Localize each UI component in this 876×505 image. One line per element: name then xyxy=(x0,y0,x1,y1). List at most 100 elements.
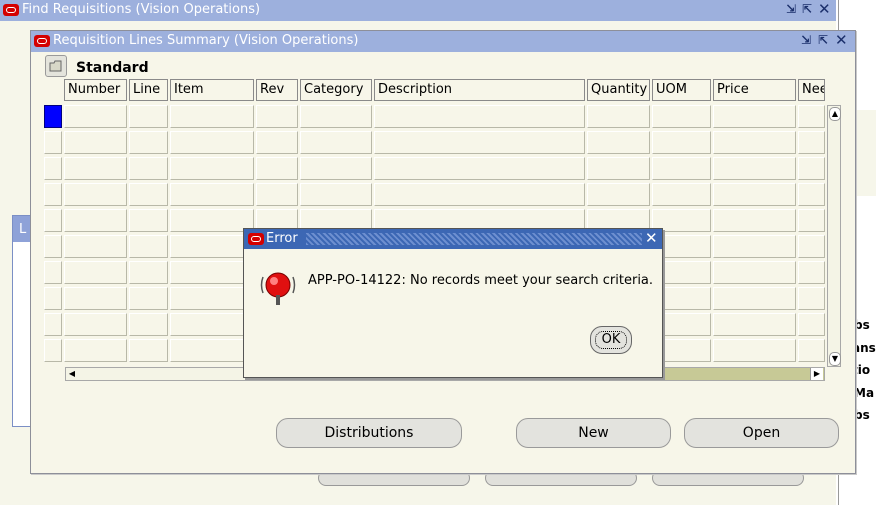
grid-cell[interactable] xyxy=(64,287,127,310)
grid-cell[interactable] xyxy=(374,131,585,154)
record-indicator[interactable] xyxy=(44,131,62,154)
grid-cell[interactable] xyxy=(300,183,372,206)
new-button[interactable]: New xyxy=(516,418,671,448)
grid-cell[interactable] xyxy=(374,183,585,206)
grid-cell[interactable] xyxy=(129,339,168,362)
grid-cell[interactable] xyxy=(713,261,796,284)
grid-cell[interactable] xyxy=(713,183,796,206)
grid-cell[interactable] xyxy=(64,131,127,154)
open-button[interactable]: Open xyxy=(684,418,839,448)
grid-cell[interactable] xyxy=(798,287,825,310)
grid-cell[interactable] xyxy=(713,157,796,180)
grid-cell[interactable] xyxy=(587,183,650,206)
grid-cell[interactable] xyxy=(170,131,254,154)
grid-cell[interactable] xyxy=(64,105,127,128)
column-header-item[interactable]: Item xyxy=(170,79,254,101)
grid-cell[interactable] xyxy=(64,183,127,206)
grid-cell[interactable] xyxy=(713,209,796,232)
close-icon[interactable]: ✕ xyxy=(818,0,831,18)
minimize-icon[interactable]: ⇲ xyxy=(801,33,811,47)
grid-cell[interactable] xyxy=(652,105,711,128)
grid-cell[interactable] xyxy=(652,131,711,154)
close-icon[interactable]: ✕ xyxy=(645,229,658,247)
grid-cell[interactable] xyxy=(170,287,254,310)
maximize-icon[interactable]: ⇱ xyxy=(818,33,828,47)
grid-cell[interactable] xyxy=(129,131,168,154)
grid-cell[interactable] xyxy=(798,209,825,232)
record-indicator[interactable] xyxy=(44,209,62,232)
grid-cell[interactable] xyxy=(170,183,254,206)
record-indicator[interactable] xyxy=(44,339,62,362)
grid-cell[interactable] xyxy=(170,339,254,362)
grid-cell[interactable] xyxy=(129,209,168,232)
grid-cell[interactable] xyxy=(713,235,796,258)
grid-cell[interactable] xyxy=(170,235,254,258)
grid-cell[interactable] xyxy=(129,235,168,258)
grid-cell[interactable] xyxy=(587,131,650,154)
grid-cell[interactable] xyxy=(713,287,796,310)
scroll-left-icon[interactable]: ◀ xyxy=(67,368,77,380)
find-window-titlebar[interactable]: Find Requisitions (Vision Operations) ⇲ … xyxy=(0,0,836,21)
scroll-up-icon[interactable]: ▲ xyxy=(829,107,841,121)
record-indicator[interactable] xyxy=(44,235,62,258)
grid-cell[interactable] xyxy=(64,209,127,232)
grid-cell[interactable] xyxy=(129,287,168,310)
record-indicator[interactable] xyxy=(44,287,62,310)
grid-cell[interactable] xyxy=(170,313,254,336)
grid-cell[interactable] xyxy=(713,131,796,154)
scroll-right-icon[interactable]: ▶ xyxy=(810,368,823,380)
grid-cell[interactable] xyxy=(170,105,254,128)
grid-cell[interactable] xyxy=(798,131,825,154)
grid-cell[interactable] xyxy=(798,235,825,258)
grid-cell[interactable] xyxy=(374,157,585,180)
grid-cell[interactable] xyxy=(300,157,372,180)
grid-cell[interactable] xyxy=(798,183,825,206)
grid-cell[interactable] xyxy=(798,313,825,336)
grid-cell[interactable] xyxy=(170,209,254,232)
column-header-price[interactable]: Price xyxy=(713,79,796,101)
grid-cell[interactable] xyxy=(129,261,168,284)
grid-cell[interactable] xyxy=(64,157,127,180)
record-indicator[interactable] xyxy=(44,183,62,206)
grid-cell[interactable] xyxy=(652,183,711,206)
grid-cell[interactable] xyxy=(129,105,168,128)
folder-icon[interactable] xyxy=(45,55,67,77)
column-header-line[interactable]: Line xyxy=(129,79,168,101)
current-record-indicator[interactable] xyxy=(44,105,62,128)
grid-cell[interactable] xyxy=(300,131,372,154)
grid-cell[interactable] xyxy=(129,183,168,206)
grid-cell[interactable] xyxy=(129,313,168,336)
minimize-icon[interactable]: ⇲ xyxy=(786,2,796,16)
grid-cell[interactable] xyxy=(587,157,650,180)
grid-cell[interactable] xyxy=(652,157,711,180)
grid-cell[interactable] xyxy=(713,313,796,336)
close-icon[interactable]: ✕ xyxy=(835,31,848,49)
grid-cell[interactable] xyxy=(798,105,825,128)
grid-cell[interactable] xyxy=(170,261,254,284)
grid-cell[interactable] xyxy=(256,105,298,128)
column-header-description[interactable]: Description xyxy=(374,79,585,101)
grid-cell[interactable] xyxy=(713,105,796,128)
grid-cell[interactable] xyxy=(256,131,298,154)
grid-cell[interactable] xyxy=(713,339,796,362)
grid-cell[interactable] xyxy=(256,183,298,206)
column-header-uom[interactable]: UOM xyxy=(652,79,711,101)
grid-cell[interactable] xyxy=(587,105,650,128)
distributions-button[interactable]: Distributions xyxy=(276,418,462,448)
column-header-category[interactable]: Category xyxy=(300,79,372,101)
column-header-need-by[interactable]: Nee xyxy=(798,79,825,101)
grid-cell[interactable] xyxy=(170,157,254,180)
grid-cell[interactable] xyxy=(798,339,825,362)
ok-button[interactable]: OK xyxy=(590,326,632,354)
grid-cell[interactable] xyxy=(300,105,372,128)
grid-cell[interactable] xyxy=(256,157,298,180)
error-dialog-titlebar[interactable]: Error ✕ xyxy=(244,229,662,249)
record-indicator[interactable] xyxy=(44,261,62,284)
maximize-icon[interactable]: ⇱ xyxy=(802,2,812,16)
scroll-down-icon[interactable]: ▼ xyxy=(829,352,841,366)
record-indicator[interactable] xyxy=(44,313,62,336)
column-header-rev[interactable]: Rev xyxy=(256,79,298,101)
grid-cell[interactable] xyxy=(129,157,168,180)
grid-cell[interactable] xyxy=(64,313,127,336)
summary-window-titlebar[interactable]: Requisition Lines Summary (Vision Operat… xyxy=(31,31,855,52)
